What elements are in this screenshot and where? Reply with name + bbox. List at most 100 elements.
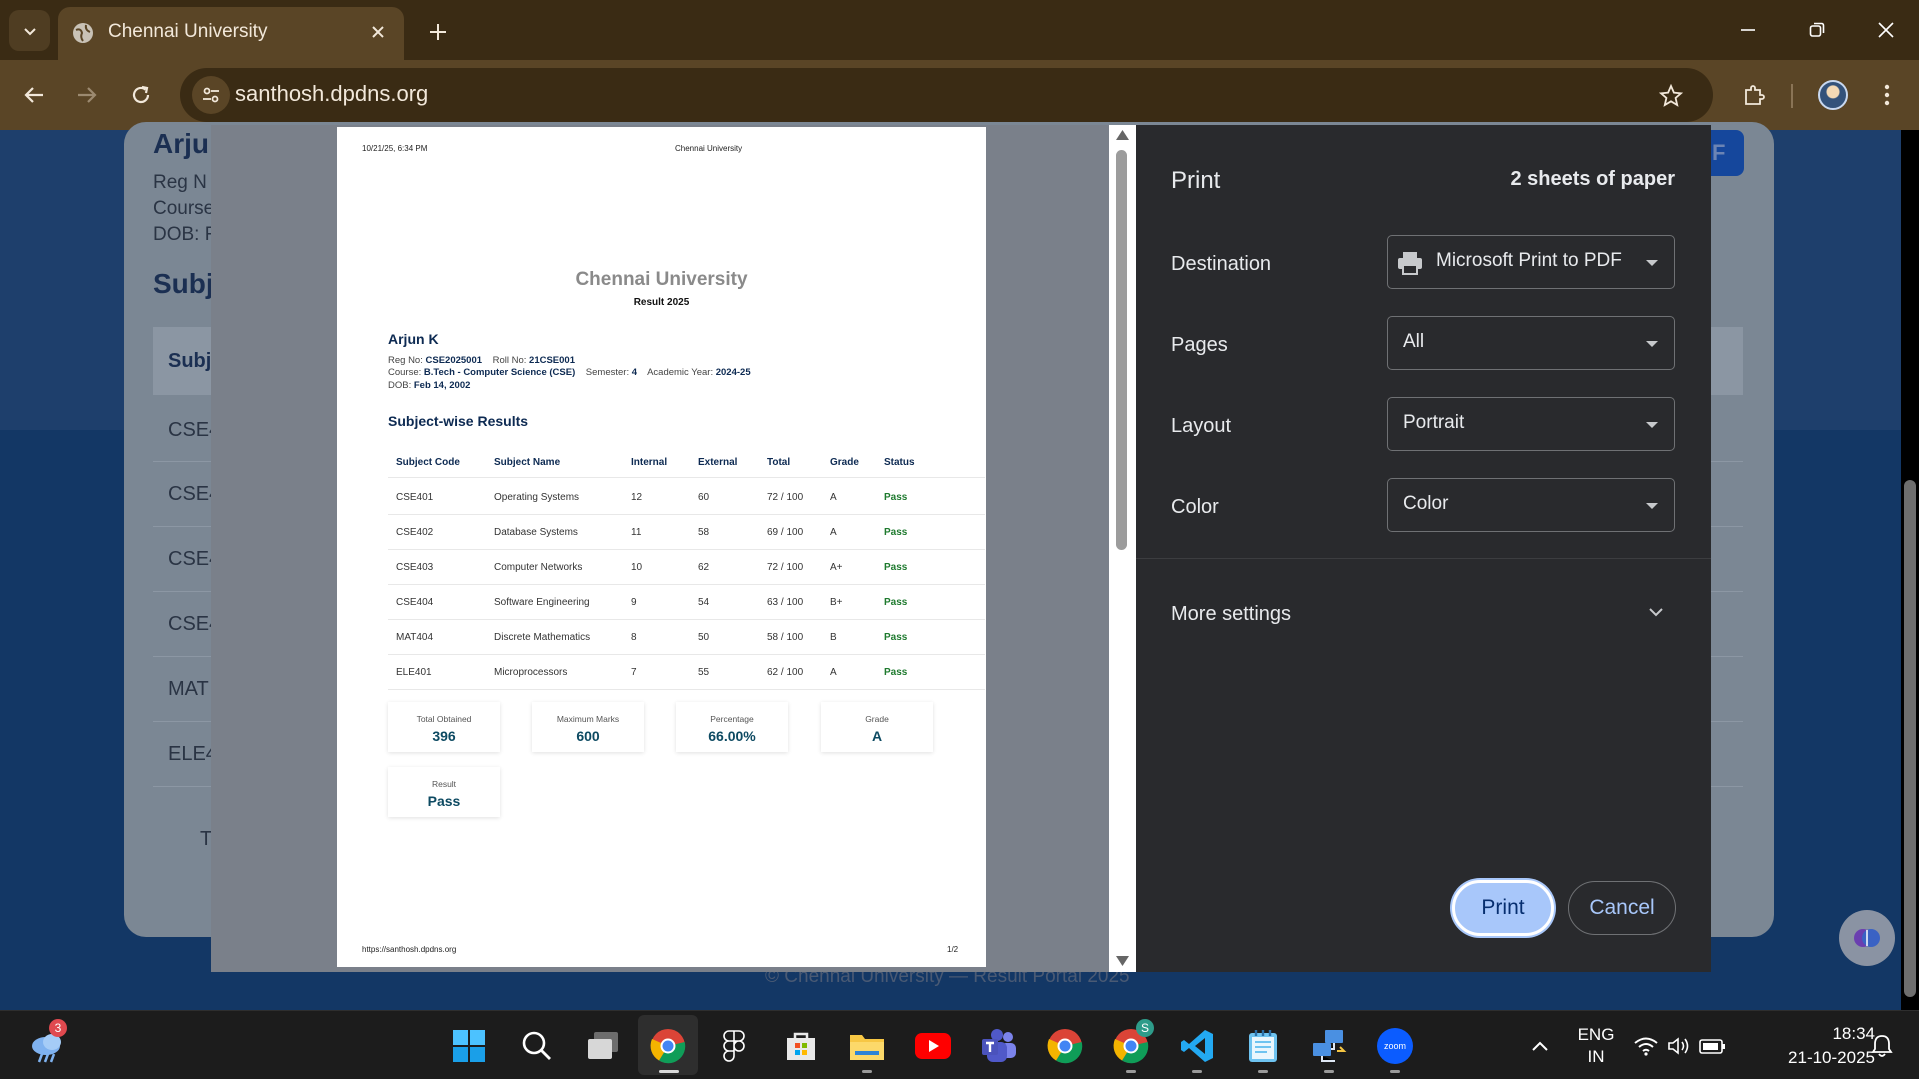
preview-table-divider <box>388 477 985 478</box>
preview-summary-box: Maximum Marks 600 <box>532 702 644 752</box>
taskbar-chrome[interactable] <box>1044 1025 1086 1067</box>
preview-cell-external: 54 <box>698 597 710 608</box>
preview-col-header: Subject Code <box>396 457 460 468</box>
preview-cell-total: 72 / 100 <box>767 492 804 503</box>
preview-col-header: Status <box>884 457 915 468</box>
page-scrollbar-thumb[interactable] <box>1904 480 1916 997</box>
taskbar-network-app[interactable] <box>1308 1025 1350 1073</box>
preview-cell-internal: 12 <box>631 492 643 503</box>
chevron-down-icon[interactable] <box>1647 603 1665 621</box>
teams-icon <box>982 1029 1016 1062</box>
preview-cell-status: Pass <box>884 667 908 678</box>
task-view-button[interactable] <box>582 1025 624 1067</box>
bg-course-line: Course <box>153 198 215 219</box>
back-button[interactable] <box>12 73 56 117</box>
preview-scrollbar-thumb[interactable] <box>1116 150 1127 550</box>
print-button[interactable]: Print <box>1452 880 1554 936</box>
layout-value: Portrait <box>1403 412 1465 433</box>
windows-icon <box>453 1030 485 1062</box>
taskbar-vscode[interactable] <box>1176 1025 1218 1073</box>
weather-badge: 3 <box>49 1019 67 1037</box>
preview-cell-name: Software Engineering <box>494 597 590 608</box>
profile-button[interactable] <box>1812 74 1854 116</box>
extensions-button[interactable] <box>1733 74 1775 116</box>
taskbar-zoom[interactable]: zoom <box>1374 1025 1416 1073</box>
tab-search-button[interactable] <box>9 10 50 51</box>
vscode-icon <box>1181 1030 1213 1062</box>
weather-widget[interactable]: 3 <box>27 1019 69 1067</box>
preview-cell-total: 63 / 100 <box>767 597 804 608</box>
running-indicator <box>1192 1070 1202 1073</box>
destination-select[interactable]: Microsoft Print to PDF <box>1387 235 1675 289</box>
preview-cell-code: CSE404 <box>396 597 434 608</box>
preview-row-divider <box>388 689 985 690</box>
store-icon <box>787 1032 815 1060</box>
layout-select[interactable]: Portrait <box>1387 397 1675 451</box>
arrow-left-icon <box>24 87 43 103</box>
taskbar-notepad[interactable] <box>1242 1025 1284 1073</box>
layout-label: Layout <box>1171 415 1232 437</box>
language-indicator[interactable]: ENG IN <box>1576 1024 1616 1068</box>
taskbar-youtube[interactable] <box>912 1025 954 1067</box>
active-tab[interactable]: Chennai University <box>58 7 404 60</box>
preview-cell-external: 60 <box>698 492 710 503</box>
plus-icon <box>430 24 446 40</box>
running-indicator <box>1126 1070 1136 1073</box>
taskbar-teams[interactable] <box>978 1025 1020 1067</box>
preview-header-title: Chennai University <box>675 144 743 153</box>
preview-cell-code: CSE403 <box>396 562 434 573</box>
forward-button[interactable] <box>65 73 109 117</box>
puzzle-icon <box>1745 85 1765 105</box>
pages-select[interactable]: All <box>1387 316 1675 370</box>
url-text[interactable]: santhosh.dpdns.org <box>235 81 428 107</box>
taskbar-chrome-active[interactable] <box>647 1025 689 1073</box>
address-bar[interactable]: santhosh.dpdns.org <box>180 68 1713 122</box>
restore-button[interactable] <box>1794 9 1840 51</box>
start-button[interactable] <box>448 1025 490 1067</box>
new-tab-button[interactable] <box>418 12 458 52</box>
clock[interactable]: 18:34 21-10-2025 <box>1760 1022 1875 1070</box>
browser-menu-button[interactable] <box>1866 74 1908 116</box>
show-hidden-icons-button[interactable] <box>1519 1025 1561 1067</box>
avatar <box>1818 80 1848 110</box>
taskbar-store[interactable] <box>780 1025 822 1067</box>
close-window-button[interactable] <box>1863 9 1909 51</box>
bg-dob-line: DOB: F <box>153 224 217 245</box>
minimize-icon <box>1741 29 1755 31</box>
color-select[interactable]: Color <box>1387 478 1675 532</box>
site-info-button[interactable] <box>192 76 230 114</box>
browser-toolbar: santhosh.dpdns.org <box>0 60 1919 130</box>
preview-cell-grade: B+ <box>830 597 843 608</box>
print-title: Print <box>1171 167 1221 194</box>
minimize-button[interactable] <box>1725 9 1771 51</box>
taskbar-file-explorer[interactable] <box>846 1025 888 1073</box>
profile-badge: S <box>1136 1019 1154 1037</box>
arrow-right-icon <box>78 87 97 103</box>
preview-cell-internal: 9 <box>631 597 637 608</box>
close-tab-button[interactable] <box>364 18 392 46</box>
reload-button[interactable] <box>119 73 163 117</box>
cancel-button[interactable]: Cancel <box>1568 881 1676 935</box>
close-icon <box>372 26 384 38</box>
dropdown-caret-icon <box>1646 260 1658 266</box>
system-tray-quick-settings[interactable] <box>1630 1025 1730 1067</box>
tune-icon <box>203 87 219 103</box>
bookmark-button[interactable] <box>1653 78 1689 114</box>
preview-col-header: Total <box>767 457 791 468</box>
dropdown-caret-icon <box>1646 341 1658 347</box>
chrome-icon <box>1047 1029 1083 1064</box>
volume-icon <box>1668 1037 1689 1055</box>
search-button[interactable] <box>516 1025 558 1067</box>
preview-summary-box: Total Obtained 396 <box>388 702 500 752</box>
more-settings-toggle[interactable]: More settings <box>1171 603 1291 626</box>
notifications-button[interactable] <box>1864 1025 1900 1067</box>
preview-row-divider <box>388 584 985 585</box>
wifi-icon <box>1634 1037 1658 1056</box>
color-label: Color <box>1171 496 1219 518</box>
taskbar: 3 S zoom ENG IN 18:34 21-10-2025 <box>0 1010 1919 1079</box>
toolbar-separator <box>1791 84 1793 108</box>
sheet-count: 2 sheets of paper <box>1510 168 1675 190</box>
bg-section-heading: Subj <box>153 268 214 299</box>
taskbar-figma[interactable] <box>713 1025 755 1067</box>
taskbar-chrome-profile[interactable]: S <box>1110 1019 1154 1073</box>
